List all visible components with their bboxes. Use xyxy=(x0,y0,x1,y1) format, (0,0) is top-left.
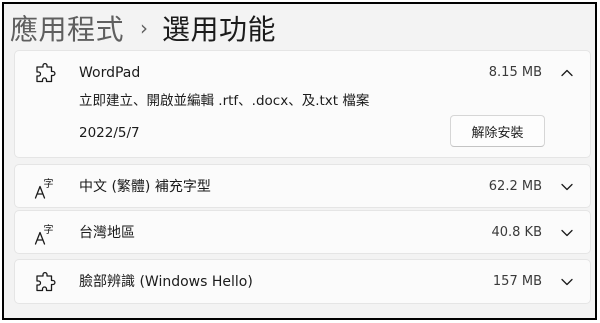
feature-header-taiwan-region[interactable]: 字 台灣地區 40.8 KB xyxy=(15,211,590,255)
feature-size: 40.8 KB xyxy=(491,225,542,240)
chevron-down-icon[interactable] xyxy=(560,226,574,240)
breadcrumb-separator-icon: › xyxy=(140,16,149,40)
feature-header-chinese-fonts[interactable]: 字 中文 (繁體) 補充字型 62.2 MB xyxy=(15,165,590,209)
svg-text:字: 字 xyxy=(44,177,54,190)
feature-header-windows-hello[interactable]: 臉部辨識 (Windows Hello) 157 MB xyxy=(15,260,590,304)
feature-name: 臉部辨識 (Windows Hello) xyxy=(79,274,253,290)
puzzle-icon xyxy=(36,62,56,83)
feature-name: 中文 (繁體) 補充字型 xyxy=(79,179,211,195)
font-icon: 字 xyxy=(34,177,54,199)
breadcrumb-apps-link[interactable]: 應用程式 xyxy=(10,8,124,48)
breadcrumb: 應用程式 › 選用功能 xyxy=(10,6,276,50)
feature-card-windows-hello[interactable]: 臉部辨識 (Windows Hello) 157 MB xyxy=(14,259,591,304)
page-title: 選用功能 xyxy=(162,13,277,46)
settings-window: 應用程式 › 選用功能 WordPad 8.15 MB 立即建立、開啟並編輯 .… xyxy=(2,2,597,320)
font-icon: 字 xyxy=(34,223,54,245)
feature-details-wordpad: 立即建立、開啟並編輯 .rtf、.docx、及.txt 檔案 2022/5/7 … xyxy=(15,91,590,157)
feature-size: 8.15 MB xyxy=(488,65,542,80)
feature-card-wordpad: WordPad 8.15 MB 立即建立、開啟並編輯 .rtf、.docx、及.… xyxy=(14,50,591,158)
feature-size: 157 MB xyxy=(492,274,542,289)
uninstall-button[interactable]: 解除安裝 xyxy=(450,115,545,147)
feature-header-wordpad[interactable]: WordPad 8.15 MB xyxy=(15,51,590,95)
chevron-down-icon[interactable] xyxy=(560,275,574,289)
feature-name: WordPad xyxy=(79,65,141,81)
feature-name: 台灣地區 xyxy=(79,225,135,241)
feature-size: 62.2 MB xyxy=(488,179,542,194)
puzzle-icon xyxy=(36,271,56,292)
feature-card-chinese-fonts[interactable]: 字 中文 (繁體) 補充字型 62.2 MB xyxy=(14,164,591,208)
install-date: 2022/5/7 xyxy=(79,125,140,141)
chevron-down-icon[interactable] xyxy=(560,180,574,194)
feature-description: 立即建立、開啟並編輯 .rtf、.docx、及.txt 檔案 xyxy=(79,93,370,109)
chevron-up-icon[interactable] xyxy=(560,66,574,80)
svg-text:字: 字 xyxy=(44,223,54,236)
feature-card-taiwan-region[interactable]: 字 台灣地區 40.8 KB xyxy=(14,210,591,254)
